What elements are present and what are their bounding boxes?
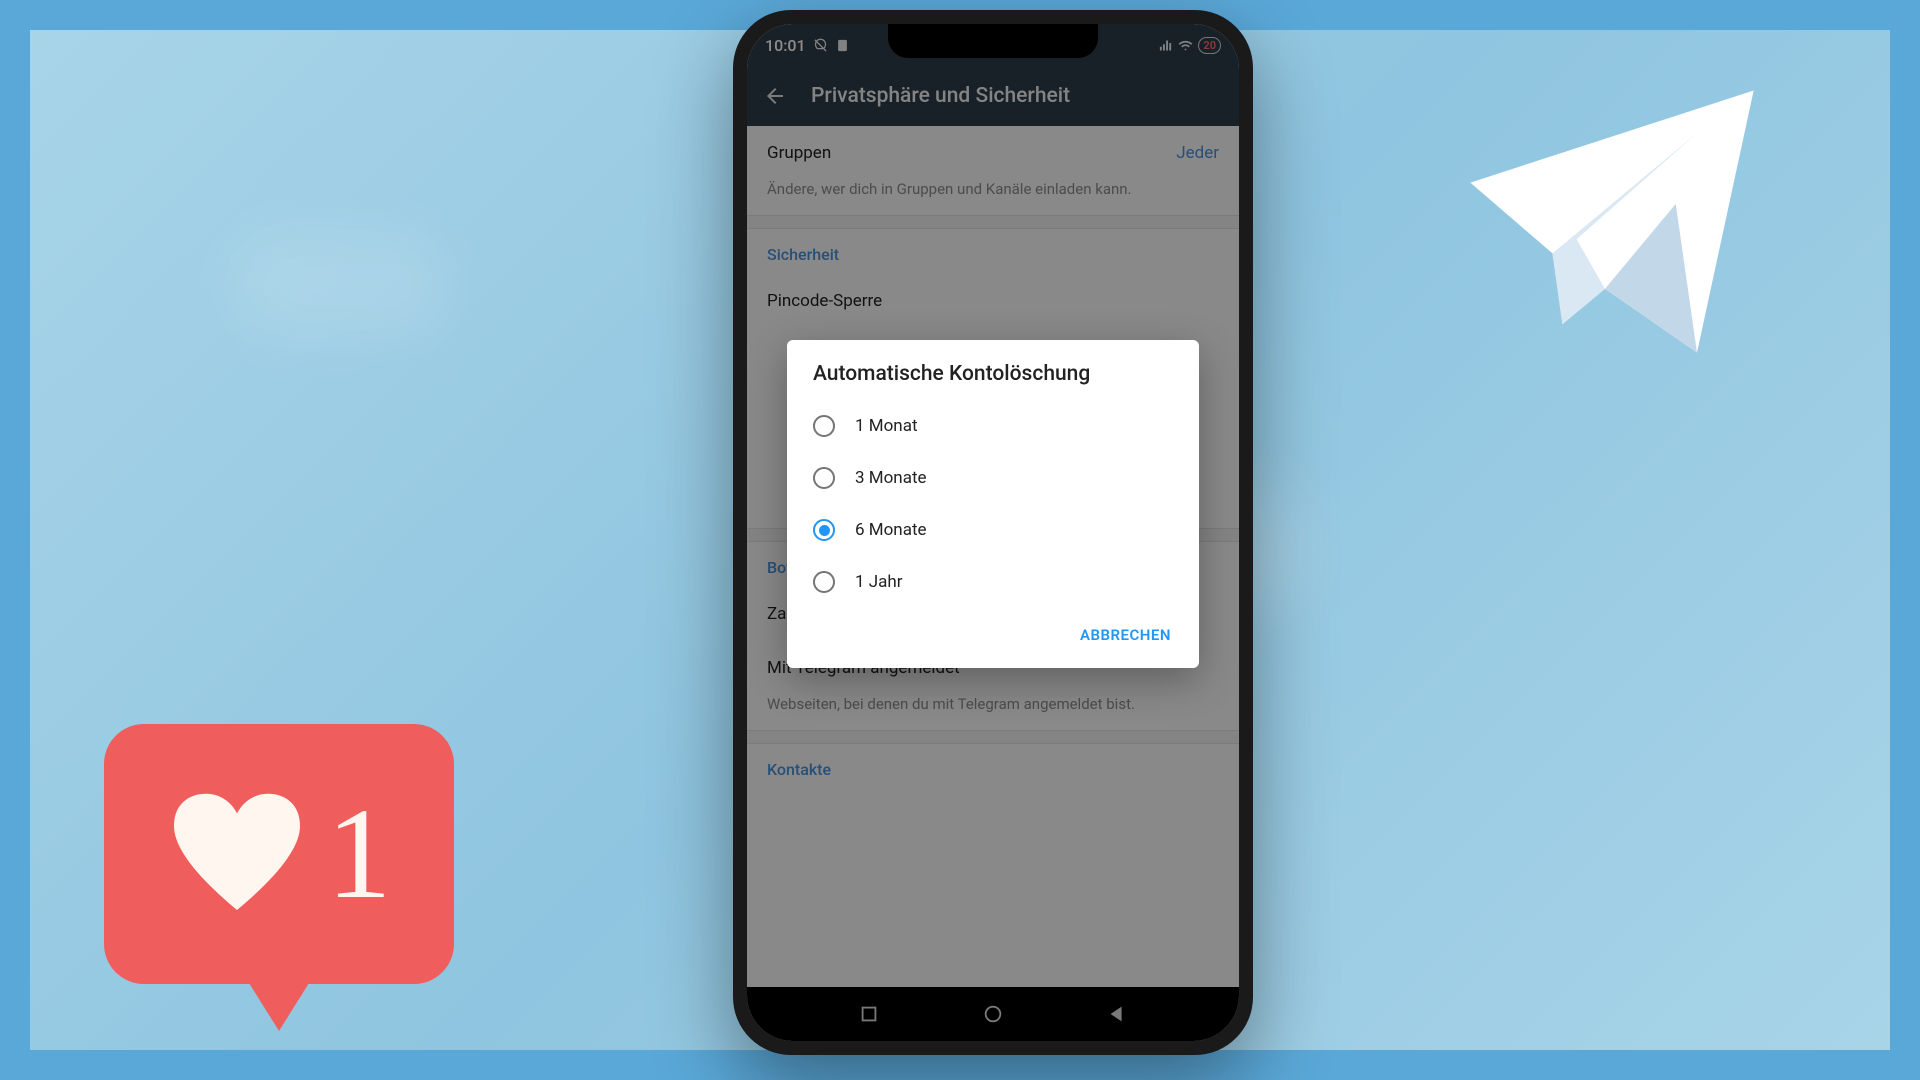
like-count: 1 — [327, 779, 392, 929]
option-1-month[interactable]: 1 Monat — [787, 400, 1199, 452]
radio-icon-selected — [813, 519, 835, 541]
heart-icon — [167, 789, 307, 919]
cloud-decoration — [230, 230, 450, 340]
screen: 10:01 20 Privatsphäre und Sicherheit — [747, 24, 1239, 1041]
phone-notch — [888, 24, 1098, 58]
radio-inner — [819, 525, 830, 536]
promo-frame: 1 10:01 20 — [0, 0, 1920, 1080]
option-label: 6 Monate — [855, 520, 927, 540]
like-badge: 1 — [104, 724, 454, 1032]
option-6-months[interactable]: 6 Monate — [787, 504, 1199, 556]
telegram-logo-icon — [1442, 68, 1782, 372]
dialog-title: Automatische Kontolöschung — [787, 362, 1199, 400]
option-3-months[interactable]: 3 Monate — [787, 452, 1199, 504]
phone-inner: 10:01 20 Privatsphäre und Sicherheit — [747, 24, 1239, 1041]
radio-icon — [813, 467, 835, 489]
phone-frame: 10:01 20 Privatsphäre und Sicherheit — [733, 10, 1253, 1055]
radio-icon — [813, 571, 835, 593]
dialog-actions: ABBRECHEN — [787, 608, 1199, 658]
like-box: 1 — [104, 724, 454, 984]
radio-icon — [813, 415, 835, 437]
option-1-year[interactable]: 1 Jahr — [787, 556, 1199, 608]
option-label: 1 Jahr — [855, 572, 903, 592]
option-label: 3 Monate — [855, 468, 927, 488]
option-label: 1 Monat — [855, 416, 918, 436]
account-deletion-dialog: Automatische Kontolöschung 1 Monat 3 Mon… — [787, 340, 1199, 668]
cancel-button[interactable]: ABBRECHEN — [1070, 618, 1181, 652]
like-tail — [249, 983, 309, 1031]
